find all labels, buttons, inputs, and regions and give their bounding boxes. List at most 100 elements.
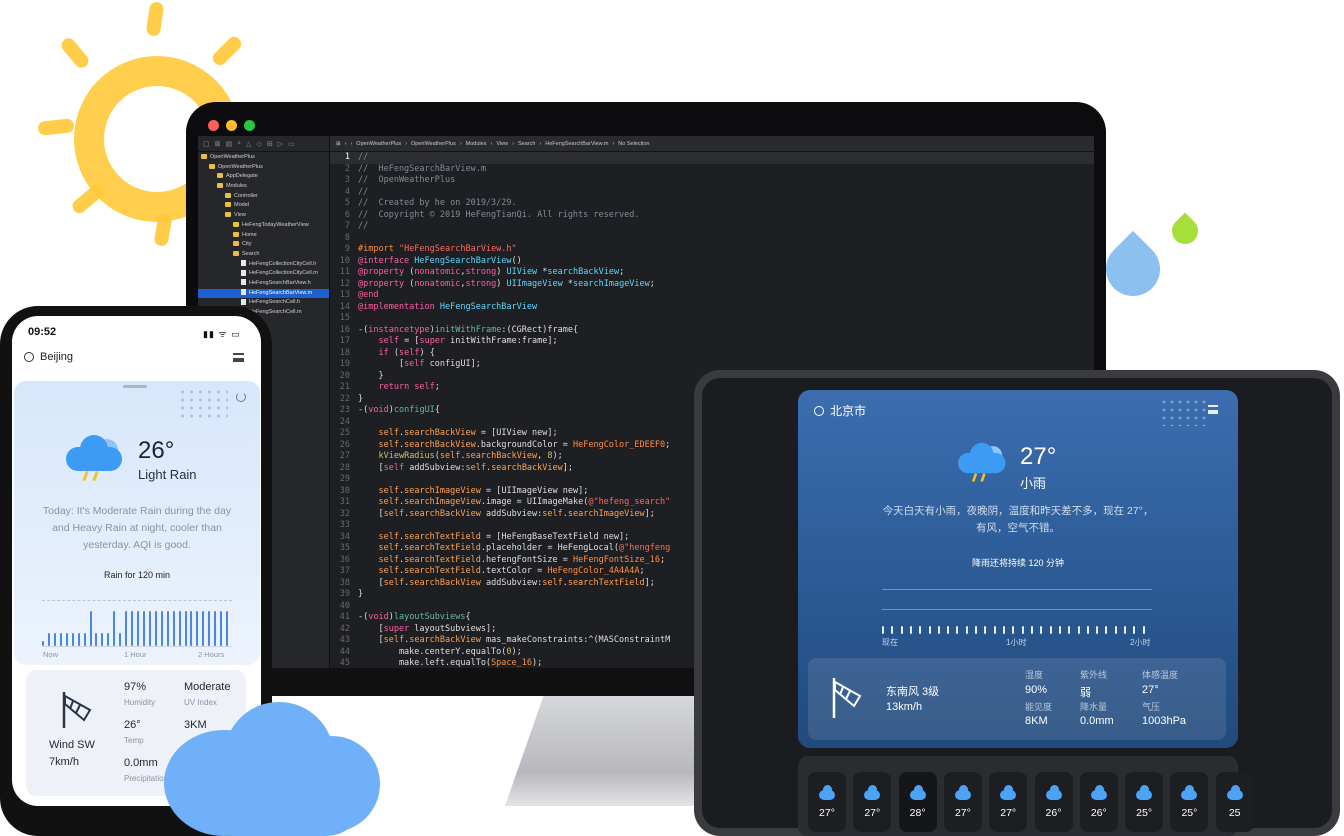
symbol-icon[interactable]: ▤ [226,140,233,148]
code-line[interactable]: 15 [330,313,1094,325]
navigator-item[interactable]: Home [198,231,329,241]
hourly-item[interactable]: 25 [1215,772,1254,832]
navigator-item[interactable]: HeFengSearchBarView.h [198,279,329,289]
code-token: HeFengSearchBarView [439,301,538,312]
windsock-icon [830,676,864,725]
folder-icon[interactable]: ▢ [203,140,210,148]
code-line[interactable]: 19 [self configUI]; [330,359,1094,371]
city-name[interactable]: Beijing [40,351,73,363]
hourly-item[interactable]: 28° [898,772,937,832]
hourly-item[interactable]: 26° [1079,772,1118,832]
navigator-item[interactable]: OpenWeatherPlus [198,153,329,163]
code-token: self [383,635,405,645]
find-icon[interactable]: ⌕ [237,140,241,148]
debug-icon[interactable]: ⊞ [267,140,273,148]
breadcrumb-item[interactable]: View [496,141,508,147]
code-line[interactable]: 1 // [330,152,1094,164]
navigator-item[interactable]: HeFengSearchBarView.m [198,288,329,299]
code-token: } [358,589,364,599]
breakpoint-icon[interactable]: ▷ [278,140,283,148]
code-token: @end [358,290,379,300]
city-search[interactable]: Beijing [24,351,73,363]
navigator-item[interactable]: HeFengCollectionCityCell.m [198,269,329,279]
breadcrumb-item[interactable]: No Selection [618,141,649,147]
search-icon[interactable] [24,352,34,362]
rain-bar [95,633,98,646]
breadcrumb-item[interactable]: HeFengSearchBarView.m [545,141,608,147]
code-line[interactable]: 10 @interface HeFengSearchBarView() [330,256,1094,268]
test-icon[interactable]: ◇ [256,140,261,148]
hourly-temp: 26° [1045,807,1062,819]
issue-icon[interactable]: △ [246,140,251,148]
hourly-item[interactable]: 27° [943,772,982,832]
rain-bar [1022,626,1025,634]
forward-icon[interactable]: › [350,141,352,147]
humidity-value-cn: 90% [1025,684,1048,696]
zoom-window-button[interactable] [244,120,255,131]
grid-icon[interactable]: ⊞ [336,141,341,147]
code-line[interactable]: 13 @end [330,290,1094,302]
breadcrumb-item[interactable]: OpenWeatherPlus [411,141,456,147]
breadcrumb[interactable]: OpenWeatherPlus › OpenWeatherPlus › Modules ›… [356,141,649,147]
city-name-cn[interactable]: 北京市 [830,402,866,419]
hourly-item[interactable]: 27° [853,772,892,832]
hourly-temp: 27° [819,807,835,819]
hourly-item[interactable]: 25° [1170,772,1209,832]
drag-handle[interactable] [123,385,147,388]
rain-bar [48,633,51,646]
navigator-item[interactable]: View [198,211,329,221]
navigator-item[interactable]: Model [198,201,329,211]
code-line[interactable]: 18 if (self) { [330,348,1094,360]
code-line[interactable]: 9 #import "HeFengSearchBarView.h" [330,244,1094,256]
navigator-item[interactable]: Controller [198,192,329,202]
code-line[interactable]: 5 // Created by he on 2019/3/29. [330,198,1094,210]
summary-line: 有风，空气不错。 [976,522,1060,534]
uv-value-cn: 弱 [1080,687,1091,699]
code-line[interactable]: 11 @property (nonatomic, strong) UIView * s… [330,267,1094,279]
back-icon[interactable]: ‹ [345,141,347,147]
navigator-item[interactable]: OpenWeatherPlus [198,163,329,173]
navigator-item[interactable]: Modules [198,182,329,192]
code-line[interactable]: 4 // [330,187,1094,199]
menu-icon[interactable] [1208,405,1218,414]
code-line[interactable]: 8 [330,233,1094,245]
code-line[interactable]: 6 // Copyright © 2019 HeFengTianQi. All r… [330,210,1094,222]
navigator-item[interactable]: Search [198,250,329,260]
hourly-item[interactable]: 27° [989,772,1028,832]
source-control-icon[interactable]: ⊠ [215,140,221,148]
navigator-item[interactable]: AppDelegate [198,172,329,182]
code-token: self [542,508,563,519]
report-icon[interactable]: ▭ [288,140,295,148]
code-line[interactable]: 16 -(instancetype) initWithFrame:(CGRect)f… [330,325,1094,337]
rain-bar [143,611,146,646]
menu-icon[interactable] [233,353,244,362]
hourly-item[interactable]: 26° [1034,772,1073,832]
breadcrumb-item[interactable]: Search [518,141,535,147]
navigator-item-label: Controller [234,192,258,199]
hourly-item[interactable]: 25° [1125,772,1164,832]
code-line[interactable]: 3 // OpenWeatherPlus [330,175,1094,187]
code-token: = [HeFengBaseTextField new]; [480,531,630,542]
rain-bar [1040,626,1043,634]
code-token: configUI [393,405,435,415]
code-line[interactable]: 12 @property (nonatomic, strong) UIImageVi… [330,279,1094,291]
code-line[interactable]: 7 // [330,221,1094,233]
search-icon[interactable] [814,405,824,416]
minimize-window-button[interactable] [226,120,237,131]
code-line[interactable]: 17 self = [super initWithFrame:frame]; [330,336,1094,348]
breadcrumb-item[interactable]: Modules [466,141,487,147]
breadcrumb-item[interactable]: OpenWeatherPlus [356,141,401,147]
rain-chart-title: Rain for 120 min [103,570,171,580]
code-line[interactable]: 2 // HeFengSearchBarView.m [330,164,1094,176]
code-line[interactable]: 14 @implementation HeFengSearchBarView [330,302,1094,314]
line-number: 7 [344,221,350,231]
refresh-icon[interactable] [236,392,246,402]
city-search-cn[interactable]: 北京市 [814,402,866,419]
hourly-item[interactable]: 27° [808,772,846,832]
navigator-item[interactable]: HeFengTodayWeatherView [198,221,329,231]
rain-bar [1078,626,1081,634]
close-window-button[interactable] [208,120,219,131]
navigator-item[interactable]: HeFengCollectionCityCell.h [198,260,329,270]
navigator-item[interactable]: City [198,240,329,250]
